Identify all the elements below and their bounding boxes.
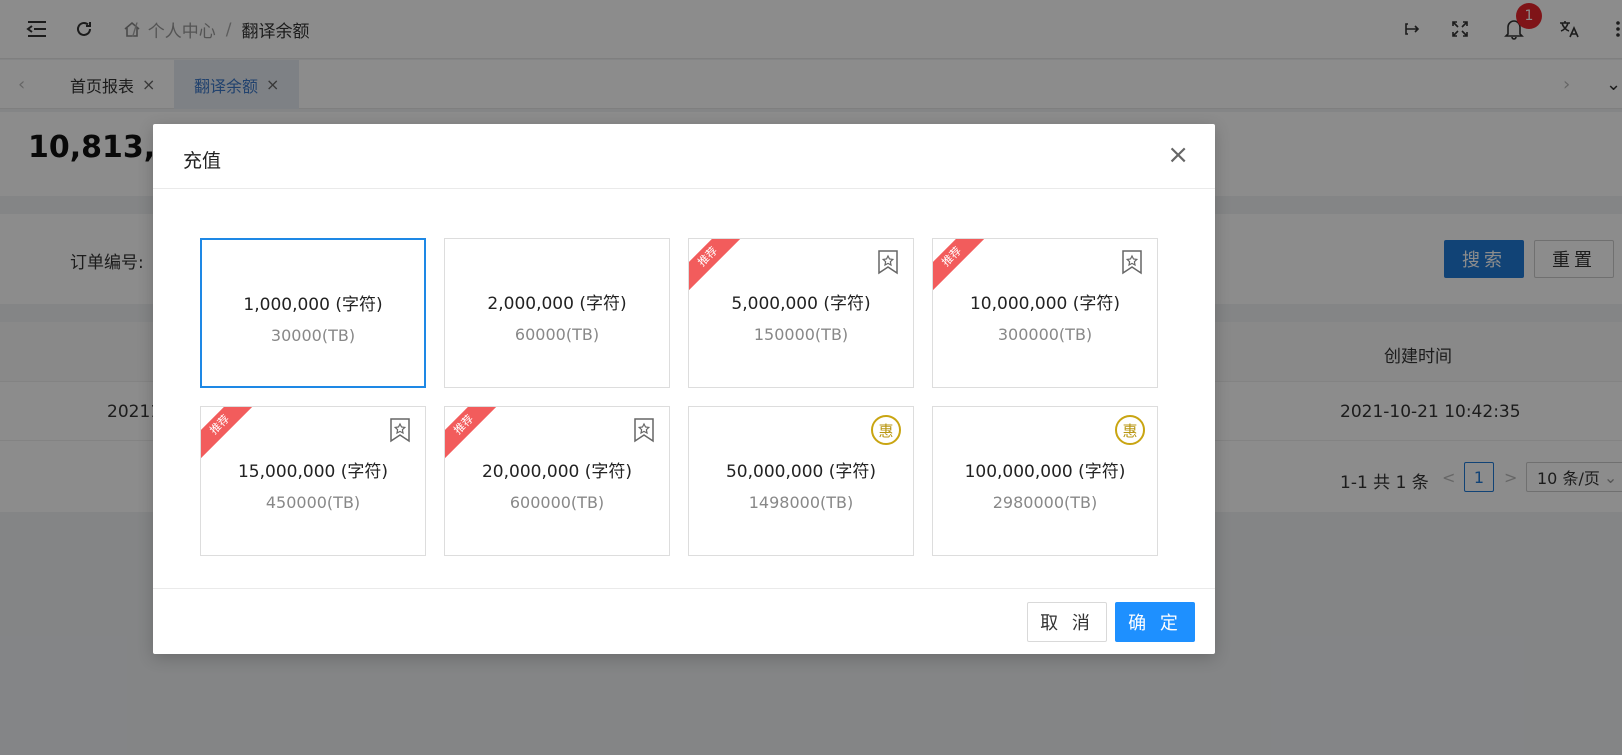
- recommend-ribbon: 推荐: [445, 407, 501, 462]
- plan-price: 2980000(TB): [992, 493, 1098, 512]
- plan-price: 30000(TB): [270, 326, 356, 345]
- plan-characters: 100,000,000 (字符): [964, 462, 1126, 482]
- bookmark-star-icon: [390, 418, 410, 443]
- plan-characters: 15,000,000 (字符): [237, 462, 388, 482]
- plan-price: 450000(TB): [265, 493, 361, 512]
- discount-icon: 惠: [1115, 415, 1145, 445]
- discount-icon: 惠: [871, 415, 901, 445]
- plan-card[interactable]: 惠 100,000,000 (字符) 2980000(TB): [932, 406, 1158, 556]
- plan-characters: 50,000,000 (字符): [725, 462, 876, 482]
- recharge-modal: 充值 × 1,000,000 (字符) 30000(TB) 2,000,000 …: [153, 124, 1215, 654]
- bookmark-star-icon: [634, 418, 654, 443]
- plan-price: 60000(TB): [514, 325, 600, 344]
- plan-characters: 2,000,000 (字符): [487, 294, 627, 314]
- plan-card[interactable]: 2,000,000 (字符) 60000(TB): [444, 238, 670, 388]
- modal-footer-divider: [153, 588, 1215, 589]
- plan-price: 150000(TB): [753, 325, 849, 344]
- plan-card[interactable]: 推荐 5,000,000 (字符) 150000(TB): [688, 238, 914, 388]
- plan-card[interactable]: 推荐 10,000,000 (字符) 300000(TB): [932, 238, 1158, 388]
- plan-characters: 1,000,000 (字符): [243, 295, 383, 315]
- recommend-ribbon: 推荐: [933, 239, 989, 294]
- recommend-ribbon: 推荐: [689, 239, 745, 294]
- plan-characters: 5,000,000 (字符): [731, 294, 871, 314]
- plan-price: 300000(TB): [997, 325, 1093, 344]
- plan-characters: 20,000,000 (字符): [481, 462, 632, 482]
- bookmark-star-icon: [878, 250, 898, 275]
- plan-card[interactable]: 1,000,000 (字符) 30000(TB): [200, 238, 426, 388]
- confirm-button[interactable]: 确 定: [1115, 602, 1195, 642]
- close-icon[interactable]: ×: [1167, 142, 1189, 168]
- modal-title: 充值: [183, 150, 222, 172]
- plan-card[interactable]: 惠 50,000,000 (字符) 1498000(TB): [688, 406, 914, 556]
- cancel-button[interactable]: 取 消: [1027, 602, 1107, 642]
- plan-price: 1498000(TB): [748, 493, 854, 512]
- plan-characters: 10,000,000 (字符): [969, 294, 1120, 314]
- recommend-ribbon: 推荐: [201, 407, 257, 462]
- modal-header-divider: [153, 188, 1215, 189]
- plan-card[interactable]: 推荐 15,000,000 (字符) 450000(TB): [200, 406, 426, 556]
- bookmark-star-icon: [1122, 250, 1142, 275]
- plan-price: 600000(TB): [509, 493, 605, 512]
- plan-card[interactable]: 推荐 20,000,000 (字符) 600000(TB): [444, 406, 670, 556]
